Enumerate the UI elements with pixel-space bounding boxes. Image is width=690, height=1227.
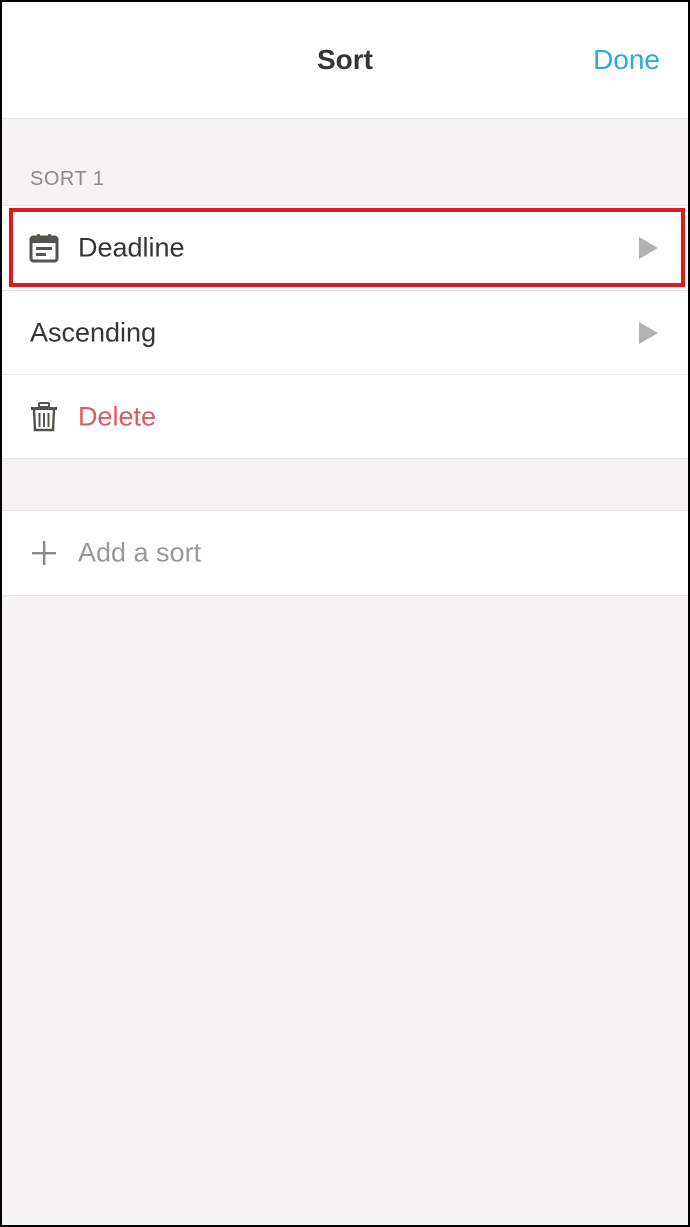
add-sort-label: Add a sort: [78, 537, 202, 568]
calendar-icon: [28, 232, 60, 264]
sort-screen: Sort Done SORT 1 Deadline Ascending Dele…: [2, 2, 688, 1225]
done-button[interactable]: Done: [593, 44, 660, 76]
chevron-right-icon: [639, 237, 658, 259]
trash-icon: [28, 401, 60, 433]
add-sort-group: Add a sort: [2, 510, 688, 596]
chevron-right-icon: [639, 321, 658, 344]
plus-icon: [28, 537, 60, 569]
sort-direction-row[interactable]: Ascending: [2, 290, 688, 374]
sort-direction-label: Ascending: [30, 317, 157, 347]
sort-property-row[interactable]: Deadline: [2, 206, 688, 290]
delete-sort-row[interactable]: Delete: [2, 374, 688, 458]
sort-section-header: SORT 1: [30, 168, 105, 190]
delete-sort-label: Delete: [78, 401, 157, 431]
sort-property-label: Deadline: [78, 232, 185, 263]
sort-group: Deadline Ascending Delete: [2, 205, 688, 459]
navigation-bar: Sort Done: [2, 2, 688, 119]
page-title: Sort: [317, 44, 373, 75]
add-sort-row[interactable]: Add a sort: [2, 511, 688, 595]
